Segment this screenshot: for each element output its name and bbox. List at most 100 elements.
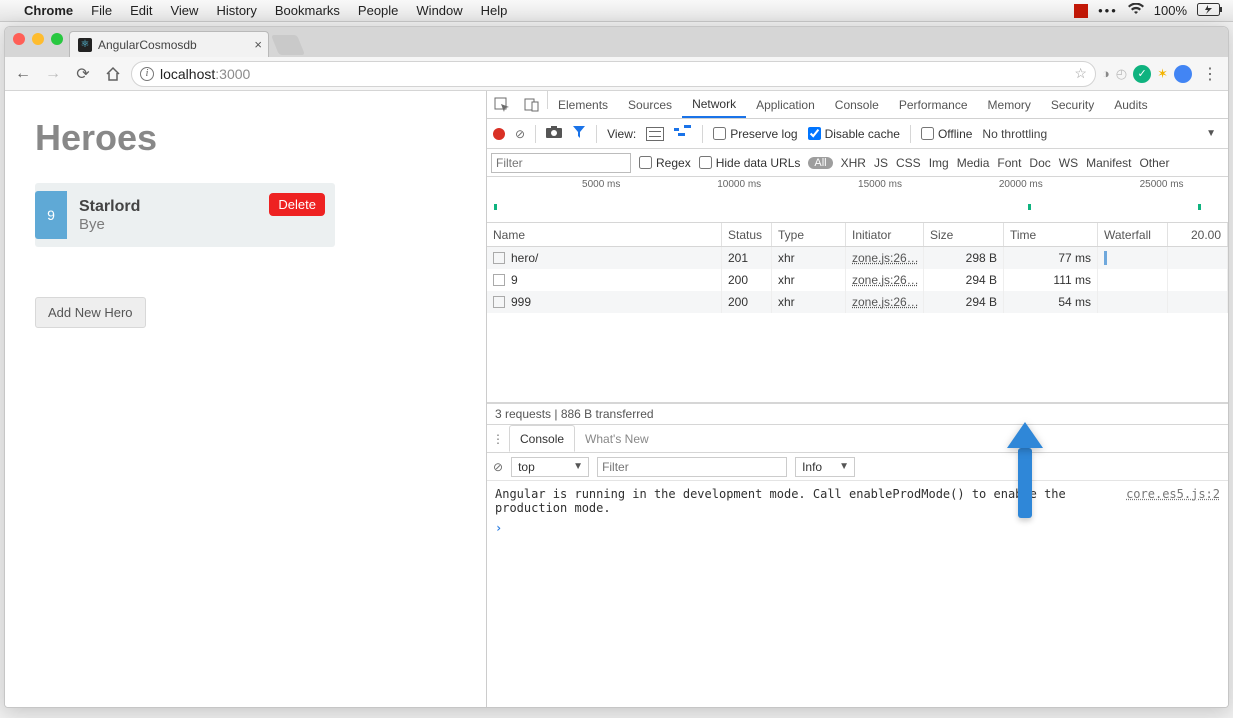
row-checkbox[interactable]	[493, 296, 505, 308]
console-prompt-icon[interactable]: ›	[495, 521, 502, 535]
network-filter-bar: Regex Hide data URLs All XHR JS CSS Img …	[487, 149, 1228, 177]
status-more-icon[interactable]: •••	[1098, 3, 1118, 18]
device-toolbar-icon[interactable]	[517, 91, 547, 118]
large-rows-icon[interactable]	[646, 127, 664, 141]
tab-security[interactable]: Security	[1041, 91, 1104, 118]
menubar-bookmarks[interactable]: Bookmarks	[275, 3, 340, 18]
overview-icon[interactable]	[674, 125, 692, 142]
address-bar[interactable]: i localhost:3000 ☆	[131, 61, 1096, 87]
forward-button[interactable]: →	[41, 62, 65, 86]
hero-card[interactable]: 9 Starlord Bye Delete	[35, 183, 335, 247]
col-size[interactable]: Size	[924, 223, 1004, 246]
menubar-edit[interactable]: Edit	[130, 3, 152, 18]
col-name[interactable]: Name	[487, 223, 722, 246]
console-level-select[interactable]: Info▼	[795, 457, 855, 477]
filter-toggle-icon[interactable]	[572, 125, 586, 142]
extension-icon[interactable]: ◑	[1102, 66, 1110, 81]
drawer-tab-whatsnew[interactable]: What's New	[575, 425, 659, 452]
offline-checkbox[interactable]: Offline	[921, 127, 972, 141]
regex-checkbox[interactable]: Regex	[639, 156, 691, 170]
filter-type-media[interactable]: Media	[957, 156, 990, 170]
filter-input[interactable]	[491, 153, 631, 173]
filter-type-all[interactable]: All	[808, 157, 832, 169]
reload-button[interactable]: ⟳	[71, 62, 95, 86]
col-waterfall[interactable]: Waterfall	[1098, 223, 1168, 246]
network-timeline[interactable]: 5000 ms 10000 ms 15000 ms 20000 ms 25000…	[487, 177, 1228, 223]
menubar-people[interactable]: People	[358, 3, 398, 18]
hero-id-badge: 9	[35, 191, 67, 239]
tab-audits[interactable]: Audits	[1104, 91, 1157, 118]
status-app-icon[interactable]	[1074, 4, 1088, 18]
close-window-button[interactable]	[13, 33, 25, 45]
back-button[interactable]: ←	[11, 62, 35, 86]
record-icon[interactable]	[493, 128, 505, 140]
chevron-down-icon[interactable]: ▼	[1206, 128, 1216, 139]
menubar-view[interactable]: View	[170, 3, 198, 18]
filter-type-js[interactable]: JS	[874, 156, 888, 170]
drawer-tab-console[interactable]: Console	[509, 425, 575, 452]
disable-cache-checkbox[interactable]: Disable cache	[808, 127, 900, 141]
extension-icon[interactable]	[1174, 65, 1192, 83]
throttling-select[interactable]: No throttling	[982, 127, 1047, 141]
clear-console-icon[interactable]: ⊘	[493, 460, 503, 474]
new-tab-button[interactable]	[271, 35, 305, 55]
table-row[interactable]: hero/ 201 xhr zone.js:26… 298 B 77 ms	[487, 247, 1228, 269]
filter-type-css[interactable]: CSS	[896, 156, 921, 170]
filter-type-font[interactable]: Font	[997, 156, 1021, 170]
chrome-menu-button[interactable]: ⋮	[1198, 62, 1222, 86]
table-row[interactable]: 9 200 xhr zone.js:26… 294 B 111 ms	[487, 269, 1228, 291]
hide-data-urls-checkbox[interactable]: Hide data URLs	[699, 156, 801, 170]
bookmark-star-icon[interactable]: ☆	[1074, 65, 1087, 82]
inspect-element-icon[interactable]	[487, 91, 517, 118]
menubar-file[interactable]: File	[91, 3, 112, 18]
site-info-icon[interactable]: i	[140, 67, 154, 81]
tab-console[interactable]: Console	[825, 91, 889, 118]
console-context-select[interactable]: top▼	[511, 457, 589, 477]
filter-type-xhr[interactable]: XHR	[841, 156, 866, 170]
close-tab-icon[interactable]: ×	[254, 37, 262, 52]
tab-favicon: ⚛	[78, 38, 92, 52]
tab-network[interactable]: Network	[682, 91, 746, 118]
extension-icon[interactable]: ◴	[1116, 66, 1127, 82]
col-status[interactable]: Status	[722, 223, 772, 246]
tab-performance[interactable]: Performance	[889, 91, 978, 118]
tab-sources[interactable]: Sources	[618, 91, 682, 118]
devtools-panel: Elements Sources Network Application Con…	[486, 91, 1228, 707]
filter-type-manifest[interactable]: Manifest	[1086, 156, 1131, 170]
col-type[interactable]: Type	[772, 223, 846, 246]
home-button[interactable]	[101, 62, 125, 86]
filter-type-doc[interactable]: Doc	[1029, 156, 1050, 170]
menubar-window[interactable]: Window	[416, 3, 462, 18]
preserve-log-checkbox[interactable]: Preserve log	[713, 127, 797, 141]
add-hero-button[interactable]: Add New Hero	[35, 297, 146, 328]
minimize-window-button[interactable]	[32, 33, 44, 45]
console-filter-input[interactable]	[597, 457, 787, 477]
menubar-history[interactable]: History	[216, 3, 256, 18]
row-checkbox[interactable]	[493, 252, 505, 264]
drawer-menu-icon[interactable]: ⋮	[487, 432, 509, 446]
col-time[interactable]: Time	[1004, 223, 1098, 246]
browser-tab[interactable]: ⚛ AngularCosmosdb ×	[69, 31, 269, 57]
tab-application[interactable]: Application	[746, 91, 825, 118]
row-checkbox[interactable]	[493, 274, 505, 286]
table-row[interactable]: 999 200 xhr zone.js:26… 294 B 54 ms	[487, 291, 1228, 313]
zoom-window-button[interactable]	[51, 33, 63, 45]
network-toolbar: ⊘ View: Preserve log Disable cache O	[487, 119, 1228, 149]
clear-icon[interactable]: ⊘	[515, 127, 525, 141]
delete-button[interactable]: Delete	[269, 193, 325, 216]
filter-type-ws[interactable]: WS	[1059, 156, 1078, 170]
extension-icon[interactable]: ✓	[1133, 65, 1151, 83]
filter-type-img[interactable]: Img	[929, 156, 949, 170]
chrome-window: ⚛ AngularCosmosdb × ← → ⟳ i localhost:30…	[4, 26, 1229, 708]
filter-type-other[interactable]: Other	[1139, 156, 1169, 170]
col-initiator[interactable]: Initiator	[846, 223, 924, 246]
tab-memory[interactable]: Memory	[978, 91, 1041, 118]
tab-elements[interactable]: Elements	[548, 91, 618, 118]
console-message-source[interactable]: core.es5.js:2	[1126, 487, 1220, 501]
menubar-help[interactable]: Help	[481, 3, 508, 18]
menubar-app[interactable]: Chrome	[24, 3, 73, 18]
wifi-icon[interactable]	[1128, 3, 1144, 18]
screenshot-icon[interactable]	[546, 126, 562, 141]
console-output[interactable]: core.es5.js:2 Angular is running in the …	[487, 481, 1228, 707]
extension-icon[interactable]: ✶	[1157, 66, 1168, 82]
